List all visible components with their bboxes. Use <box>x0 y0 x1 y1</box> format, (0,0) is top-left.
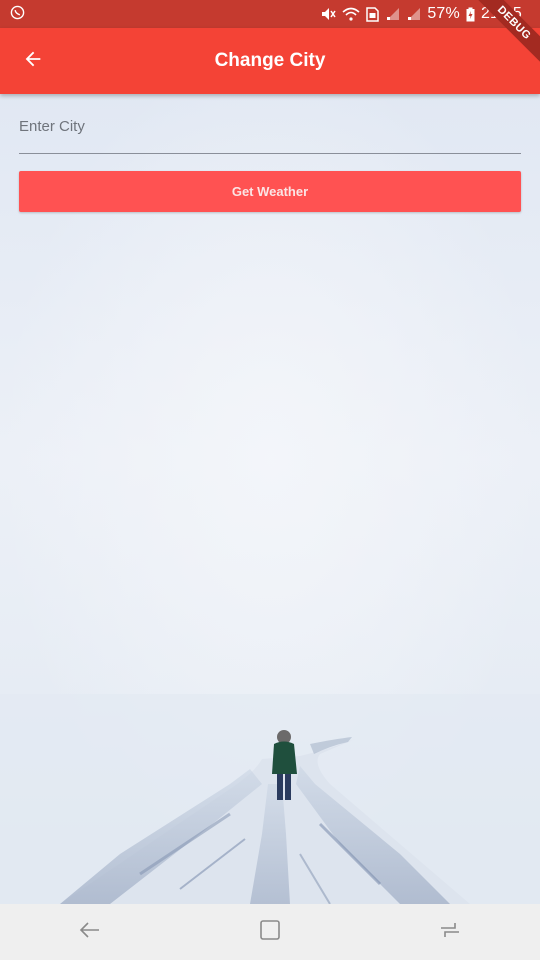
whatsapp-icon <box>10 5 25 24</box>
battery-charging-icon <box>466 7 475 22</box>
wifi-icon <box>342 7 360 21</box>
back-button[interactable] <box>0 28 66 94</box>
nav-recents-button[interactable] <box>420 904 480 960</box>
nav-back-button[interactable] <box>60 904 120 960</box>
page-title: Change City <box>214 50 326 71</box>
signal-icon <box>406 7 421 21</box>
mute-icon <box>320 7 336 21</box>
get-weather-button[interactable]: Get Weather <box>19 171 521 212</box>
city-input[interactable] <box>19 108 521 153</box>
background-image <box>0 94 540 904</box>
status-bar: 57% 21:45 <box>0 0 540 28</box>
sim-icon <box>366 6 380 22</box>
nav-home-button[interactable] <box>240 904 300 960</box>
recents-icon <box>439 919 461 946</box>
arrow-back-icon <box>22 48 44 75</box>
home-icon <box>259 919 281 946</box>
city-field <box>19 108 521 154</box>
navigation-bar <box>0 904 540 960</box>
battery-percent: 57% <box>427 5 460 22</box>
back-icon <box>79 920 101 945</box>
app-bar: Change City <box>0 28 540 94</box>
signal-icon <box>385 7 400 21</box>
